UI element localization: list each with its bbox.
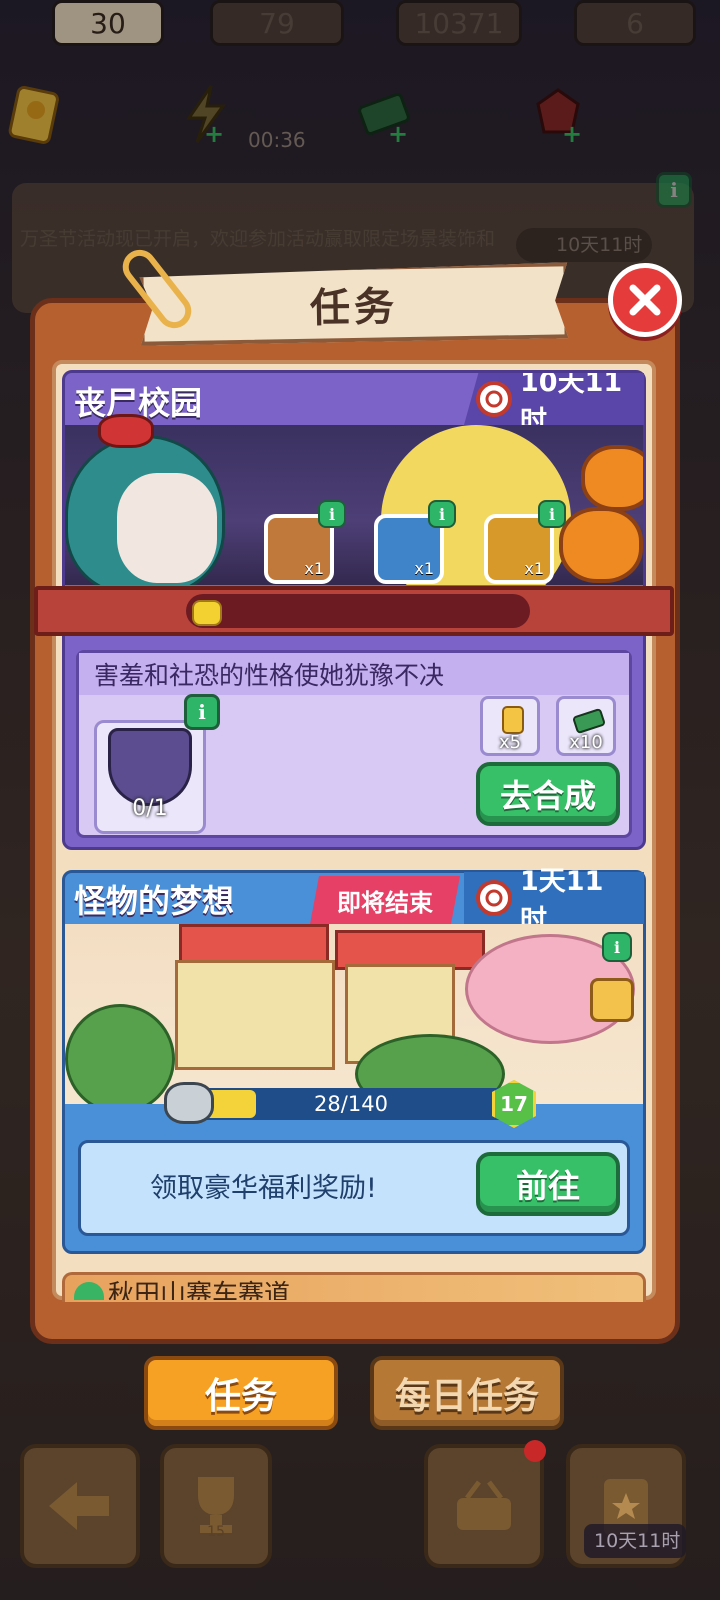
basket-icon	[457, 1480, 511, 1530]
mansion	[175, 960, 335, 1070]
ticket-cost: x5	[480, 696, 540, 756]
trophy-count: 15	[207, 1524, 225, 1540]
subtask-description: 害羞和社恐的性格使她犹豫不决	[94, 661, 445, 690]
go-button[interactable]: 前往	[476, 1152, 620, 1216]
monster-dream-scene	[65, 924, 643, 1104]
reward-text: 领取豪华福利奖励!	[150, 1173, 377, 1204]
close-icon	[629, 284, 661, 316]
chest1-count: x1	[304, 559, 324, 578]
tab-daily-tasks[interactable]: 每日任务	[370, 1356, 564, 1430]
bush-left	[65, 1004, 175, 1104]
gold-chest[interactable]: x1 i	[484, 500, 566, 584]
ending-soon-badge: 即将结束	[310, 876, 460, 924]
cape-item-icon	[108, 728, 192, 806]
card1-timer: 10天11时	[464, 373, 644, 425]
back-button[interactable]	[20, 1444, 140, 1568]
card1-progress-fill	[192, 600, 222, 626]
card3-title: 秋田山赛车赛道	[108, 1280, 291, 1300]
nav-timer-value: 10天11时	[594, 1530, 681, 1552]
card2-info-icon[interactable]: i	[602, 932, 632, 962]
close-button[interactable]	[608, 263, 682, 337]
chest1-info-icon[interactable]: i	[318, 500, 346, 528]
item-count: 0/1	[132, 796, 168, 821]
blue-chest[interactable]: x1 i	[374, 500, 456, 584]
red-bow	[98, 414, 154, 448]
bone-icon	[164, 1082, 214, 1124]
ticket-cost-icon	[502, 706, 524, 734]
arrow-left-icon	[49, 1482, 109, 1530]
shop-button[interactable]	[424, 1444, 544, 1568]
zombie-girl-face	[117, 473, 217, 583]
card2-progress-text: 28/140	[314, 1092, 388, 1116]
clock-icon	[476, 880, 512, 916]
cash-cost-value: x10	[569, 732, 603, 753]
item-info-icon[interactable]: i	[184, 694, 220, 730]
chest3-count: x1	[524, 559, 544, 578]
chest2-info-icon[interactable]: i	[428, 500, 456, 528]
clock-icon	[476, 381, 512, 417]
wooden-chest[interactable]: x1 i	[264, 500, 346, 584]
trophy-nav-button[interactable]: 15	[160, 1444, 272, 1568]
dialog-title: 任务	[309, 284, 399, 332]
chest2-count: x1	[414, 559, 434, 578]
mansion-roof	[179, 924, 329, 964]
synthesize-button[interactable]: 去合成	[476, 762, 620, 826]
cash-cost: x10	[556, 696, 616, 756]
pumpkin-top	[581, 445, 643, 511]
chest3-info-icon[interactable]: i	[538, 500, 566, 528]
nav-timer: 10天11时	[584, 1524, 687, 1558]
trophy-icon[interactable]	[590, 978, 634, 1022]
pumpkin-bottom	[559, 507, 643, 583]
card1-progress-track	[186, 594, 530, 628]
notification-dot	[524, 1440, 546, 1462]
cash-cost-icon	[572, 708, 606, 734]
tab-tasks[interactable]: 任务	[144, 1356, 338, 1430]
card2-title: 怪物的梦想	[74, 882, 235, 920]
card2-timer: 1天11时	[464, 866, 644, 936]
